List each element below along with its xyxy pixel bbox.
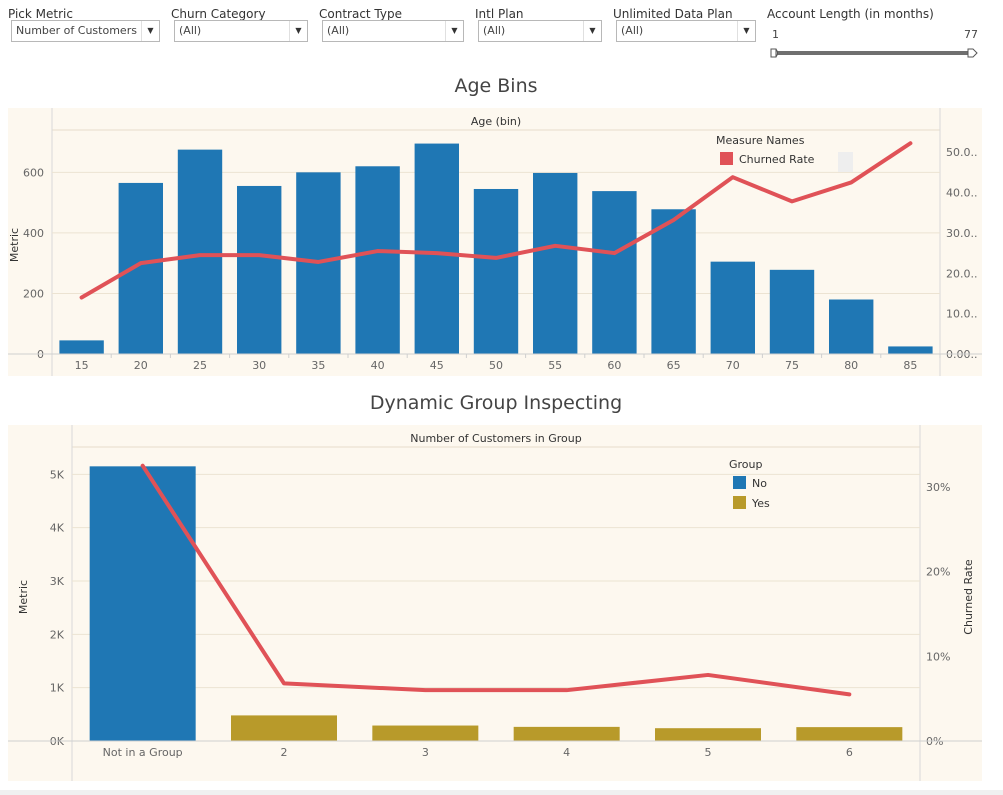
bar [533, 172, 578, 354]
chevron-down-icon: ▼ [445, 21, 463, 41]
legend-swatch [733, 496, 746, 509]
dropdown-value: (All) [327, 24, 350, 37]
bar [414, 143, 459, 354]
x-tick-label: 40 [371, 359, 385, 372]
slider-min-value: 1 [772, 28, 779, 41]
y-tick-label: 5K [50, 468, 65, 481]
chevron-down-icon: ▼ [737, 21, 755, 41]
bar [231, 715, 337, 741]
x-tick-label: 15 [75, 359, 89, 372]
bar [655, 728, 761, 741]
bar [372, 725, 479, 741]
bar [355, 166, 400, 354]
chevron-down-icon: ▼ [141, 21, 159, 41]
y2-tick-label: 20% [926, 566, 950, 579]
x-tick-label: 70 [726, 359, 740, 372]
bar [513, 726, 620, 741]
dropdown-value: (All) [179, 24, 202, 37]
bar [473, 188, 519, 354]
bar [796, 727, 903, 741]
x-tick-label: 2 [281, 746, 288, 759]
y-tick-label: 1K [50, 682, 65, 695]
y2-tick-label: 20.0.. [946, 267, 978, 280]
chart-title-dynamic-group: Dynamic Group Inspecting [369, 392, 623, 414]
bottom-strip [0, 790, 1003, 795]
x-tick-label: 30 [252, 359, 266, 372]
y-tick-label: 600 [23, 166, 44, 179]
churn-category-dropdown[interactable]: (All) ▼ [174, 20, 308, 42]
x-tick-label: 6 [846, 746, 853, 759]
chart-header: Age (bin) [471, 115, 521, 128]
chevron-down-icon: ▼ [289, 21, 307, 41]
x-tick-label: 75 [785, 359, 799, 372]
x-tick-label: 85 [903, 359, 917, 372]
y2-axis-label: Churned Rate [962, 559, 975, 635]
x-tick-label: 60 [607, 359, 621, 372]
y2-tick-label: 50.0.. [946, 146, 978, 159]
x-tick-label: 35 [311, 359, 325, 372]
y2-tick-label: 30% [926, 481, 950, 494]
chevron-down-icon: ▼ [583, 21, 601, 41]
x-tick-label: 50 [489, 359, 503, 372]
bar [237, 185, 282, 354]
slider-handle-min[interactable] [770, 48, 778, 58]
legend-item-label: Yes [751, 497, 770, 510]
y-tick-label: 2K [50, 628, 65, 641]
y-tick-label: 400 [23, 227, 44, 240]
legend-highlight [838, 152, 853, 172]
pick-metric-dropdown[interactable]: Number of Customers ▼ [11, 20, 160, 42]
account-length-slider[interactable] [766, 44, 986, 64]
slider-handle-max[interactable] [967, 48, 978, 58]
bar [829, 299, 874, 354]
x-tick-label: 20 [134, 359, 148, 372]
unlimited-data-plan-dropdown[interactable]: (All) ▼ [616, 20, 756, 42]
x-tick-label: 25 [193, 359, 207, 372]
bar [177, 149, 223, 354]
bar [592, 191, 637, 354]
dropdown-value: Number of Customers [16, 24, 137, 37]
y2-tick-label: 10.0.. [946, 308, 978, 321]
legend-item-label: Churned Rate [739, 153, 815, 166]
chart-header: Number of Customers in Group [410, 432, 581, 445]
bar [888, 346, 933, 354]
x-tick-label: 45 [430, 359, 444, 372]
x-tick-label: 4 [563, 746, 570, 759]
bar [710, 261, 755, 354]
dropdown-value: (All) [621, 24, 644, 37]
x-tick-label: Not in a Group [103, 746, 183, 759]
bar [769, 269, 815, 354]
x-tick-label: 55 [548, 359, 562, 372]
x-tick-label: 80 [844, 359, 858, 372]
filter-account-length: Account Length (in months) [767, 6, 934, 22]
x-tick-label: 5 [705, 746, 712, 759]
slider-max-value: 77 [964, 28, 978, 41]
age-bins-chart: Age (bin)02004006000.00..10.0..20.0..30.… [8, 108, 982, 376]
bar [118, 182, 163, 354]
legend-item-label: No [752, 477, 767, 490]
y-axis-label: Metric [8, 228, 21, 262]
filter-label: Account Length (in months) [767, 7, 934, 21]
chart-title-age-bins: Age Bins [454, 75, 538, 97]
y-tick-label: 200 [23, 287, 44, 300]
y2-tick-label: 40.0.. [946, 187, 978, 200]
bar [59, 340, 104, 354]
legend-swatch [720, 152, 733, 165]
legend-title: Group [729, 458, 763, 471]
dynamic-group-chart: Number of Customers in Group0K1K2K3K4K5K… [8, 425, 982, 781]
y-tick-label: 3K [50, 575, 65, 588]
y2-tick-label: 30.0.. [946, 227, 978, 240]
slider-range [776, 51, 972, 55]
dropdown-value: (All) [483, 24, 506, 37]
intl-plan-dropdown[interactable]: (All) ▼ [478, 20, 602, 42]
x-tick-label: 3 [422, 746, 429, 759]
y-tick-label: 4K [50, 522, 65, 535]
bar [89, 466, 196, 741]
bar [651, 209, 696, 354]
y2-tick-label: 10% [926, 650, 950, 663]
contract-type-dropdown[interactable]: (All) ▼ [322, 20, 464, 42]
y-axis-label: Metric [17, 580, 30, 614]
x-tick-label: 65 [667, 359, 681, 372]
legend-title: Measure Names [716, 134, 805, 147]
legend-swatch [733, 476, 746, 489]
